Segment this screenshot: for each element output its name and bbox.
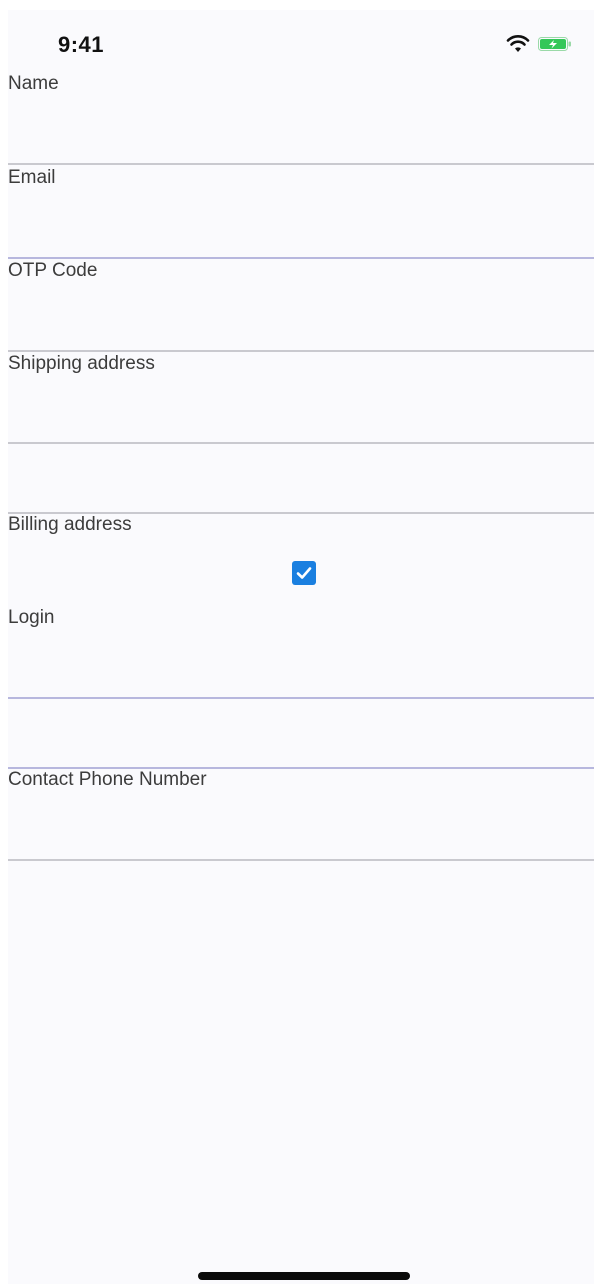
status-time: 9:41 bbox=[58, 32, 105, 57]
name-label: Name bbox=[8, 73, 59, 94]
billing-address-label: Billing address bbox=[8, 514, 132, 535]
checkmark-icon bbox=[296, 567, 312, 579]
home-indicator[interactable] bbox=[198, 1272, 410, 1280]
login-label: Login bbox=[8, 607, 55, 628]
email-input[interactable] bbox=[8, 199, 594, 259]
wifi-icon bbox=[506, 34, 530, 54]
form-screen: 9:41 Name Email OTP Code Shipping addres… bbox=[0, 0, 594, 1284]
email-label: Email bbox=[8, 167, 56, 188]
shipping-address-line1-input[interactable] bbox=[8, 384, 594, 444]
shipping-address-label: Shipping address bbox=[8, 353, 155, 374]
name-input[interactable] bbox=[8, 105, 594, 165]
billing-same-checkbox[interactable] bbox=[292, 561, 316, 585]
otp-input[interactable] bbox=[8, 292, 594, 352]
contact-phone-label: Contact Phone Number bbox=[8, 769, 207, 790]
status-bar: 9:41 bbox=[8, 10, 594, 70]
login-input[interactable] bbox=[8, 639, 594, 699]
shipping-address-line2-input[interactable] bbox=[8, 454, 594, 514]
otp-label: OTP Code bbox=[8, 260, 98, 281]
contact-phone-input[interactable] bbox=[8, 801, 594, 861]
password-input[interactable] bbox=[8, 709, 594, 769]
battery-charging-icon bbox=[538, 37, 572, 51]
